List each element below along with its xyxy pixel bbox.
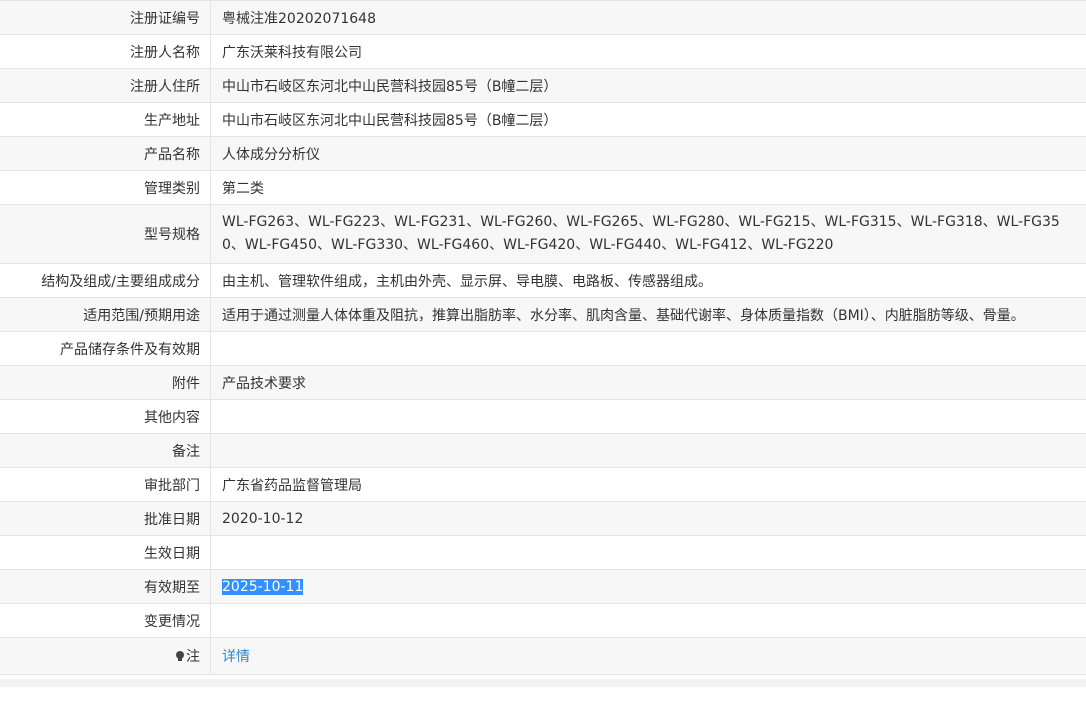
management-category-label: 管理类别 [0,171,211,204]
product-name-label: 产品名称 [0,137,211,170]
remarks-label: 备注 [0,434,211,467]
approval-date-label: 批准日期 [0,502,211,535]
note-label: 注 [186,649,200,665]
row-production-address: 生产地址 中山市石岐区东河北中山民营科技园85号（B幢二层） [0,103,1086,137]
row-registration-number: 注册证编号 粤械注准20202071648 [0,1,1086,35]
valid-until-label: 有效期至 [0,570,211,603]
approval-department-value: 广东省药品监督管理局 [222,477,362,494]
attachment-value: 产品技术要求 [222,375,306,392]
model-spec-label: 型号规格 [0,205,211,263]
row-intended-use: 适用范围/预期用途 适用于通过测量人体体重及阻抗，推算出脂肪率、水分率、肌肉含量… [0,298,1086,332]
attachment-label: 附件 [0,366,211,399]
production-address-value: 中山市石岐区东河北中山民营科技园85号（B幢二层） [222,112,558,129]
other-content-label: 其他内容 [0,400,211,433]
registration-detail-table: 注册证编号 粤械注准20202071648 注册人名称 广东沃莱科技有限公司 注… [0,0,1086,675]
change-history-label: 变更情况 [0,604,211,637]
structure-composition-label: 结构及组成/主要组成成分 [0,264,211,297]
row-valid-until: 有效期至 2025-10-11 [0,570,1086,604]
row-registrant-address: 注册人住所 中山市石岐区东河北中山民营科技园85号（B幢二层） [0,69,1086,103]
row-change-history: 变更情况 [0,604,1086,638]
row-product-name: 产品名称 人体成分分析仪 [0,137,1086,171]
row-note: 注 详情 [0,638,1086,675]
registration-number-label: 注册证编号 [0,1,211,34]
registrant-name-value: 广东沃莱科技有限公司 [222,44,362,61]
production-address-label: 生产地址 [0,103,211,136]
management-category-value: 第二类 [222,180,264,197]
intended-use-value: 适用于通过测量人体体重及阻抗，推算出脂肪率、水分率、肌肉含量、基础代谢率、身体质… [222,307,1025,324]
effective-date-label: 生效日期 [0,536,211,569]
registration-number-value: 粤械注准20202071648 [222,10,376,27]
row-model-spec: 型号规格 WL-FG263、WL-FG223、WL-FG231、WL-FG260… [0,205,1086,264]
approval-date-value: 2020-10-12 [222,510,304,527]
row-registrant-name: 注册人名称 广东沃莱科技有限公司 [0,35,1086,69]
lightbulb-icon [176,650,184,662]
intended-use-label: 适用范围/预期用途 [0,298,211,331]
row-effective-date: 生效日期 [0,536,1086,570]
product-name-value: 人体成分分析仪 [222,146,320,163]
row-structure-composition: 结构及组成/主要组成成分 由主机、管理软件组成，主机由外壳、显示屏、导电膜、电路… [0,264,1086,298]
model-spec-value: WL-FG263、WL-FG223、WL-FG231、WL-FG260、WL-F… [222,214,1060,253]
row-approval-department: 审批部门 广东省药品监督管理局 [0,468,1086,502]
structure-composition-value: 由主机、管理软件组成，主机由外壳、显示屏、导电膜、电路板、传感器组成。 [222,273,712,290]
details-link[interactable]: 详情 [222,646,250,666]
storage-conditions-label: 产品储存条件及有效期 [0,332,211,365]
row-approval-date: 批准日期 2020-10-12 [0,502,1086,536]
row-management-category: 管理类别 第二类 [0,171,1086,205]
row-other-content: 其他内容 [0,400,1086,434]
registrant-address-label: 注册人住所 [0,69,211,102]
note-label-cell: 注 [0,638,211,674]
approval-department-label: 审批部门 [0,468,211,501]
row-storage-conditions: 产品储存条件及有效期 [0,332,1086,366]
row-remarks: 备注 [0,434,1086,468]
registrant-address-value: 中山市石岐区东河北中山民营科技园85号（B幢二层） [222,78,558,95]
row-attachment: 附件 产品技术要求 [0,366,1086,400]
footer-divider [0,679,1086,687]
valid-until-value: 2025-10-11 [222,578,304,595]
registrant-name-label: 注册人名称 [0,35,211,68]
